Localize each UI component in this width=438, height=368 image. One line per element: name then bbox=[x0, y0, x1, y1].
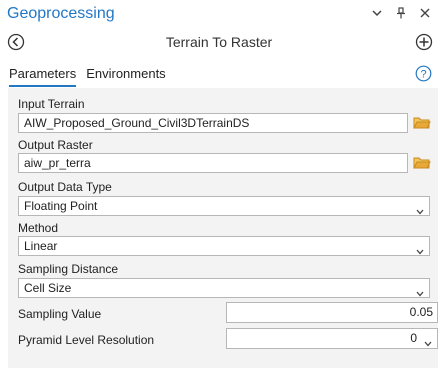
add-icon[interactable] bbox=[415, 33, 433, 56]
close-icon[interactable] bbox=[418, 6, 432, 20]
sampling-distance-value: Cell Size bbox=[24, 281, 72, 295]
sampling-value-label: Sampling Value bbox=[18, 307, 102, 321]
method-select[interactable]: Linear bbox=[18, 236, 430, 256]
tab-environments[interactable]: Environments bbox=[86, 66, 165, 87]
output-data-type-label: Output Data Type bbox=[18, 180, 112, 194]
pyramid-level-select[interactable]: 0 bbox=[226, 328, 438, 349]
output-data-type-value: Floating Point bbox=[24, 199, 98, 213]
output-raster-label: Output Raster bbox=[18, 138, 93, 152]
output-data-type-select[interactable]: Floating Point bbox=[18, 196, 430, 216]
chevron-down-icon bbox=[416, 242, 424, 255]
sampling-distance-label: Sampling Distance bbox=[18, 262, 119, 276]
sampling-distance-select[interactable]: Cell Size bbox=[18, 278, 430, 298]
tool-header: Terrain To Raster bbox=[0, 31, 438, 55]
chevron-down-icon bbox=[416, 202, 424, 215]
pane-controls bbox=[370, 6, 432, 20]
parameters-panel: Input Terrain AIW_Proposed_Ground_Civil3… bbox=[8, 88, 438, 368]
output-raster-field[interactable]: aiw_pr_terra bbox=[18, 153, 408, 173]
tab-parameters[interactable]: Parameters bbox=[9, 66, 77, 87]
input-terrain-label: Input Terrain bbox=[18, 97, 85, 111]
pyramid-level-value: 0 bbox=[410, 331, 417, 345]
pane-title: Geoprocessing bbox=[7, 5, 115, 22]
method-label: Method bbox=[18, 221, 59, 235]
folder-icon[interactable] bbox=[413, 155, 431, 175]
chevron-down-icon bbox=[424, 334, 432, 353]
pin-icon[interactable] bbox=[394, 6, 408, 20]
method-value: Linear bbox=[24, 239, 58, 253]
help-icon[interactable]: ? bbox=[415, 65, 432, 87]
folder-icon[interactable] bbox=[413, 115, 431, 135]
sampling-value-field[interactable]: 0.05 bbox=[226, 302, 438, 323]
chevron-down-icon bbox=[416, 284, 424, 297]
svg-text:?: ? bbox=[420, 69, 426, 81]
tool-title: Terrain To Raster bbox=[165, 34, 273, 50]
input-terrain-field[interactable]: AIW_Proposed_Ground_Civil3DTerrainDS bbox=[18, 113, 408, 133]
pane-options-chevron-icon[interactable] bbox=[370, 6, 384, 20]
pyramid-level-label: Pyramid Level Resolution bbox=[18, 333, 155, 347]
tab-bar: Parameters Environments bbox=[9, 66, 166, 87]
